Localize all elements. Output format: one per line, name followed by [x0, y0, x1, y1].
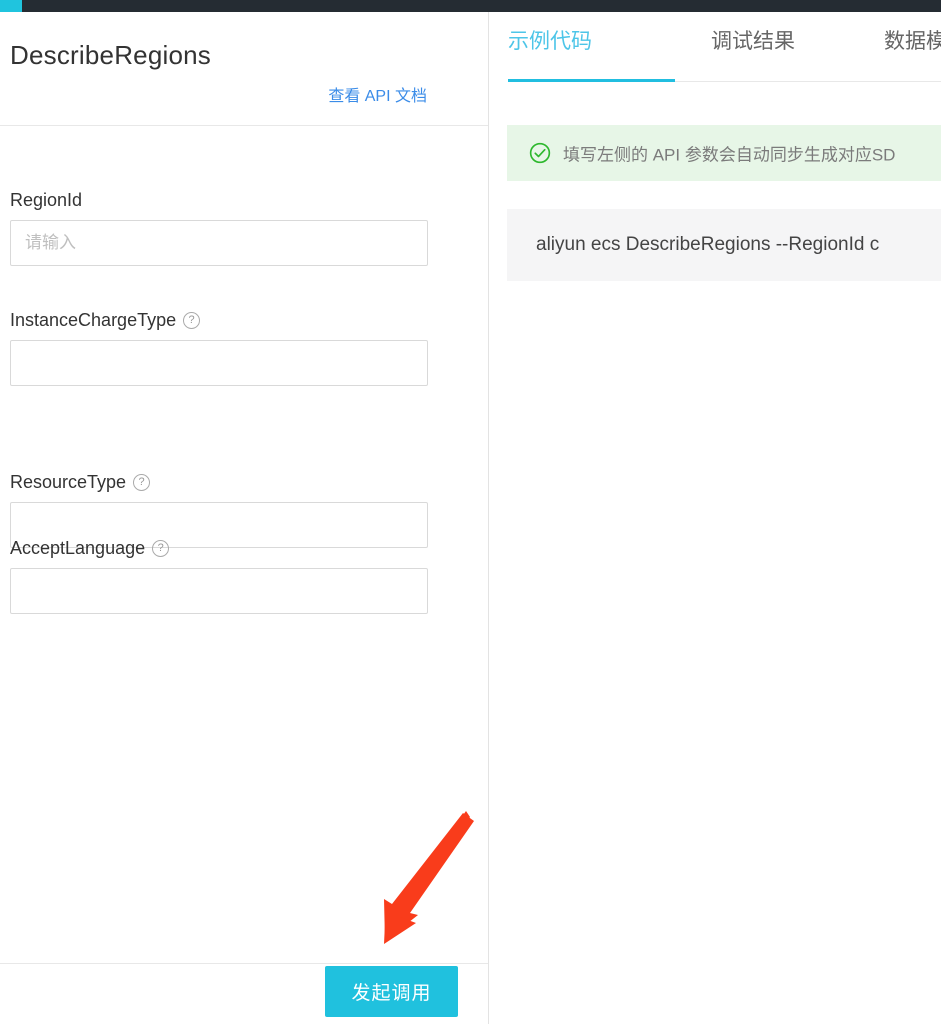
api-parameters-panel: DescribeRegions 查看 API 文档 RegionId Instan…: [0, 12, 489, 1024]
tab-1[interactable]: 示例代码: [508, 25, 592, 55]
tab-2[interactable]: 调试结果: [711, 25, 795, 55]
invoke-api-button[interactable]: 发起调用: [325, 966, 458, 1017]
api-panel-header: DescribeRegions 查看 API 文档: [0, 12, 488, 126]
check-circle-icon: [529, 142, 551, 164]
field-label-resourcetype: ResourceType?: [10, 472, 428, 493]
sdk-info-row: [490, 367, 941, 411]
input-regionid[interactable]: [10, 220, 428, 266]
help-icon[interactable]: ?: [133, 474, 151, 491]
field-label-regionid: RegionId: [10, 190, 83, 210]
form-field-acceptlanguage: AcceptLanguage?: [10, 538, 428, 614]
field-label-acceptlanguage: AcceptLanguage?: [10, 538, 428, 559]
page-title: DescribeRegions: [10, 40, 211, 70]
form-field-regionid: RegionId: [10, 190, 428, 266]
window-top-bar: [0, 0, 941, 12]
tab-3[interactable]: 数据模: [884, 25, 941, 55]
help-icon[interactable]: ?: [152, 540, 170, 557]
code-sample-panel: 示例代码 调试结果 数据模 填写左侧的 API 参数会自动同步生成对应SD aliy…: [490, 12, 941, 1024]
top-bar-accent: [0, 0, 22, 12]
sync-notice-text: 填写左侧的 API 参数会自动同步生成对应SD: [563, 145, 896, 165]
sync-notice-banner: 填写左侧的 API 参数会自动同步生成对应SD: [507, 125, 941, 181]
view-api-doc-link[interactable]: 查看 API 文档: [328, 82, 427, 106]
form-field-instancechargetype: InstanceChargeType?: [10, 310, 428, 386]
cli-command-text: aliyun ecs DescribeRegions --RegionId c: [536, 234, 880, 255]
api-parameters-form: RegionId InstanceChargeType? ResourceType?…: [0, 127, 488, 963]
form-field-resourcetype: ResourceType?: [10, 472, 428, 548]
field-label-instancechargetype: InstanceChargeType?: [10, 310, 428, 331]
api-panel-footer: 发起调用: [0, 963, 488, 1024]
app-root: DescribeRegions 查看 API 文档 RegionId Instan…: [0, 12, 941, 1024]
input-acceptlanguage[interactable]: [10, 568, 428, 614]
input-instancechargetype[interactable]: [10, 340, 428, 386]
active-tab-indicator: [508, 79, 675, 82]
cli-command-box: aliyun ecs DescribeRegions --RegionId c: [507, 209, 941, 281]
help-icon[interactable]: ?: [183, 312, 201, 329]
main-tab-strip: 示例代码 调试结果 数据模: [490, 25, 941, 82]
